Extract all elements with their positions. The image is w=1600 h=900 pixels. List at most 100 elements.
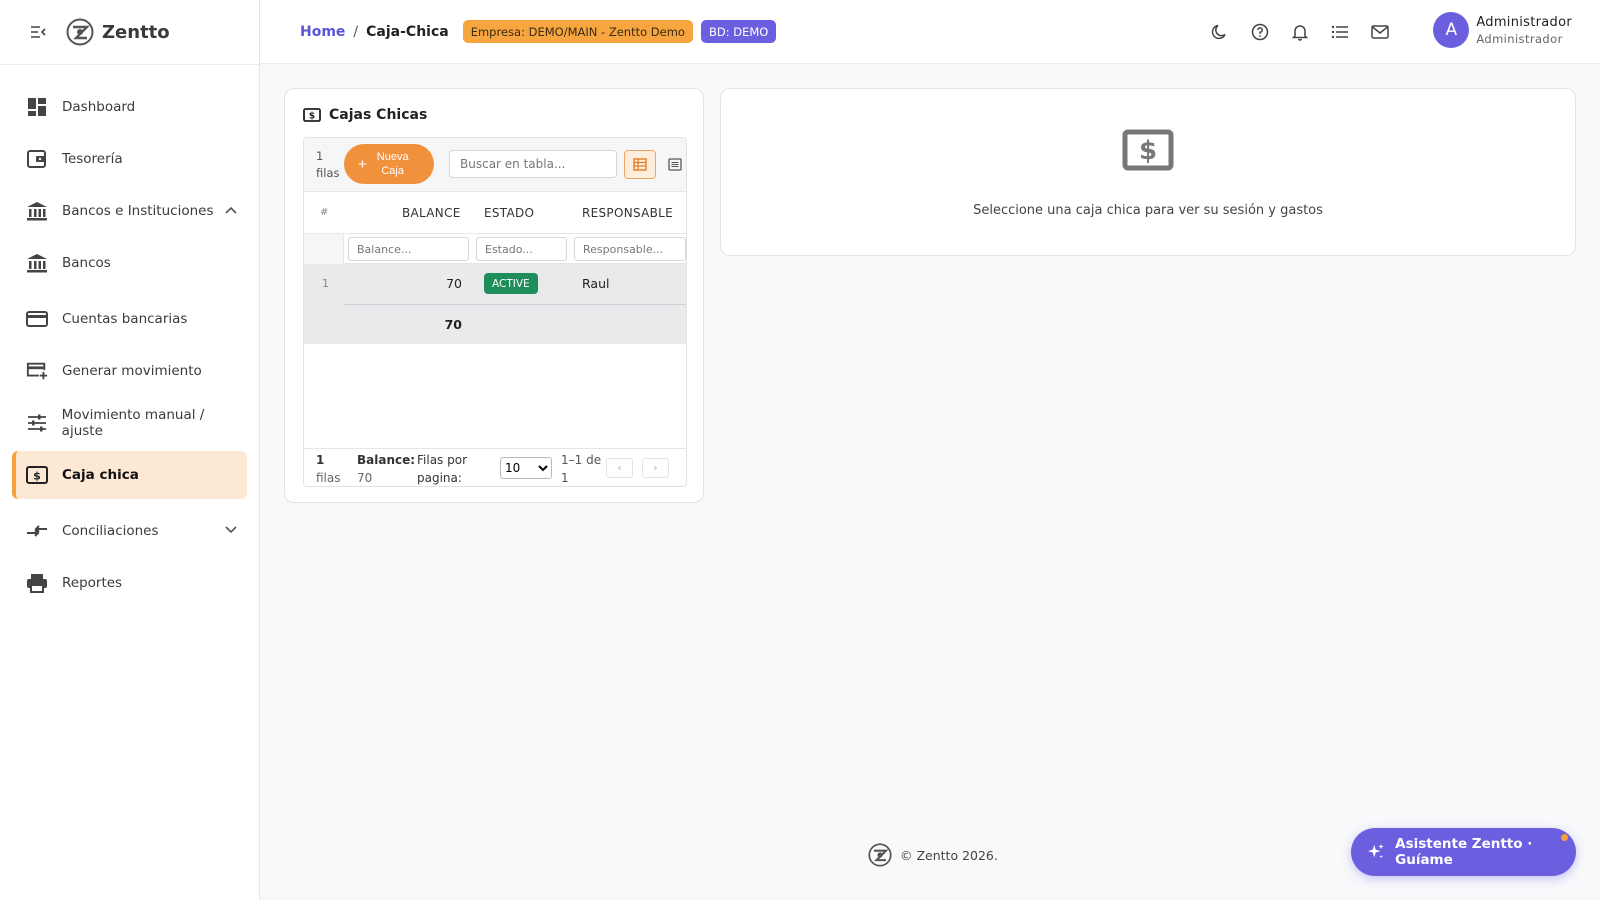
sidebar-item-conciliaciones[interactable]: Conciliaciones: [12, 507, 247, 555]
next-page-button[interactable]: ›: [642, 458, 669, 478]
sidebar-item-movimiento-manual[interactable]: Movimiento manual / ajuste: [12, 399, 247, 447]
total-row-wrap: 70: [304, 304, 686, 344]
card-title: $ Cajas Chicas: [303, 107, 427, 123]
responsable-filter-input[interactable]: [574, 237, 686, 261]
sidebar-item-dashboard[interactable]: Dashboard: [12, 83, 247, 131]
cash-icon: $: [1122, 129, 1174, 175]
zentto-logo-icon: [66, 18, 94, 46]
svg-text:$: $: [33, 470, 41, 483]
col-estado[interactable]: ESTADO: [484, 206, 534, 220]
list-icon[interactable]: [1320, 12, 1360, 52]
table-toolbar: 1 filas + Nueva Caja: [304, 138, 686, 192]
footer-rows-number: 1: [316, 453, 325, 467]
svg-text:$: $: [309, 112, 315, 122]
brand-logo[interactable]: Zentto: [66, 18, 170, 46]
pagination-range-line1: 1–1 de: [561, 453, 602, 467]
rows-count-number: 1: [316, 149, 324, 163]
sidebar-item-cuentas-bancarias[interactable]: Cuentas bancarias: [12, 295, 247, 343]
notification-dot: [1561, 834, 1568, 841]
sidebar-item-label: Tesorería: [62, 151, 123, 167]
help-icon[interactable]: [1240, 12, 1280, 52]
list-view-icon[interactable]: [662, 150, 686, 179]
sidebar-item-generar-movimiento[interactable]: Generar movimiento: [12, 347, 247, 395]
row-number: 1: [322, 277, 329, 290]
sidebar-item-label: Bancos e Instituciones: [62, 203, 214, 219]
assistant-label: Asistente Zentto · Guíame: [1395, 836, 1533, 868]
balance-filter-input[interactable]: [348, 237, 469, 261]
credit-card-icon: [26, 308, 48, 330]
status-badge: ACTIVE: [484, 273, 538, 294]
col-num: #: [320, 207, 329, 218]
brand-name: Zentto: [102, 21, 170, 43]
database-chip[interactable]: BD: DEMO: [700, 20, 777, 43]
filter-row-spacer: [304, 234, 344, 264]
user-role: Administrador: [1476, 31, 1563, 46]
sidebar-item-label: Caja chica: [62, 467, 139, 483]
avatar[interactable]: A: [1433, 12, 1470, 48]
breadcrumb-current: Caja-Chica: [366, 23, 449, 40]
table-header: # BALANCE ESTADO RESPONSABLE: [304, 192, 686, 234]
user-menu[interactable]: A Administrador Administrador: [1433, 12, 1572, 48]
row-balance: 70: [446, 276, 462, 291]
prev-page-button[interactable]: ‹: [606, 458, 633, 478]
rows-per-page-select[interactable]: 10: [500, 457, 552, 479]
svg-text:$: $: [1139, 136, 1157, 166]
sidebar-item-bancos[interactable]: Bancos: [12, 239, 247, 287]
col-balance[interactable]: BALANCE: [402, 206, 461, 220]
copyright-text: © Zentto 2026.: [900, 847, 998, 863]
new-caja-label: Nueva Caja: [377, 150, 409, 178]
cash-icon: $: [303, 108, 321, 122]
pagination-range: 1–1 de 1: [561, 451, 602, 486]
assistant-button[interactable]: Asistente Zentto · Guíame: [1351, 828, 1576, 876]
compare-arrows-icon: [26, 520, 48, 542]
estado-filter-input[interactable]: [476, 237, 567, 261]
col-responsable[interactable]: RESPONSABLE: [582, 206, 673, 220]
table-search-input[interactable]: [449, 150, 617, 178]
mail-icon[interactable]: [1360, 12, 1400, 52]
new-caja-button[interactable]: + Nueva Caja: [344, 144, 434, 184]
total-balance: 70: [444, 317, 462, 332]
footer-balance-value: 70: [357, 471, 373, 485]
footer-balance-label: Balance:: [357, 453, 416, 467]
plus-icon: +: [358, 155, 367, 173]
sidebar-item-label: Generar movimiento: [62, 363, 202, 379]
chevron-down-icon[interactable]: [225, 523, 237, 538]
sidebar-item-bancos-instituciones[interactable]: Bancos e Instituciones: [12, 187, 247, 235]
sidebar-item-label: Reportes: [62, 575, 123, 591]
sidebar-item-reportes[interactable]: Reportes: [12, 559, 247, 607]
table-row[interactable]: 1 70 ACTIVE Raul: [304, 264, 686, 304]
sidebar-item-tesoreria[interactable]: Tesorería: [12, 135, 247, 183]
breadcrumb-home[interactable]: Home: [300, 24, 345, 40]
zentto-logo-icon: [868, 843, 892, 867]
empty-state-message: Seleccione una caja chica para ver su se…: [973, 203, 1323, 218]
sparkle-icon: [1367, 843, 1384, 859]
chevron-up-icon[interactable]: [225, 203, 237, 218]
cajas-chicas-card: $ Cajas Chicas 1 filas + Nueva Caja # BA…: [284, 88, 704, 503]
sidebar-header: Zentto: [0, 0, 259, 65]
sidebar: Zentto Dashboard Tesorería Bancos e Inst…: [0, 0, 260, 900]
company-chip[interactable]: Empresa: DEMO/MAIN - Zentto Demo: [462, 20, 693, 43]
bank-icon: [26, 200, 48, 222]
rows-per-page-line1: Filas por: [417, 453, 468, 467]
new-caja-label-line1: Nueva: [376, 151, 409, 163]
cajas-table: 1 filas + Nueva Caja # BALANCE ESTADO RE…: [303, 137, 687, 487]
breadcrumb: Home / Caja-Chica: [300, 24, 449, 40]
table-view-icon[interactable]: [624, 150, 656, 179]
topbar-actions: [1200, 0, 1400, 64]
bell-icon[interactable]: [1280, 12, 1320, 52]
total-row: 70: [344, 304, 686, 344]
footer-rows-label: filas: [316, 471, 341, 485]
breadcrumb-separator: /: [353, 23, 359, 40]
sidebar-item-caja-chica[interactable]: $ Caja chica: [12, 451, 247, 499]
menu-collapse-icon[interactable]: [28, 22, 48, 42]
pagination-range-line2: 1: [561, 471, 569, 485]
sidebar-nav: Dashboard Tesorería Bancos e Institucion…: [0, 65, 259, 607]
footer-balance: Balance: 70: [357, 451, 416, 486]
rows-count: 1 filas: [316, 148, 339, 182]
topbar: Home / Caja-Chica Empresa: DEMO/MAIN - Z…: [260, 0, 1600, 64]
filter-row: [304, 234, 686, 264]
wallet-icon: [26, 148, 48, 170]
moon-icon[interactable]: [1200, 12, 1240, 52]
sidebar-item-label: Bancos: [62, 255, 111, 271]
cajas-title: Cajas Chicas: [329, 107, 428, 123]
